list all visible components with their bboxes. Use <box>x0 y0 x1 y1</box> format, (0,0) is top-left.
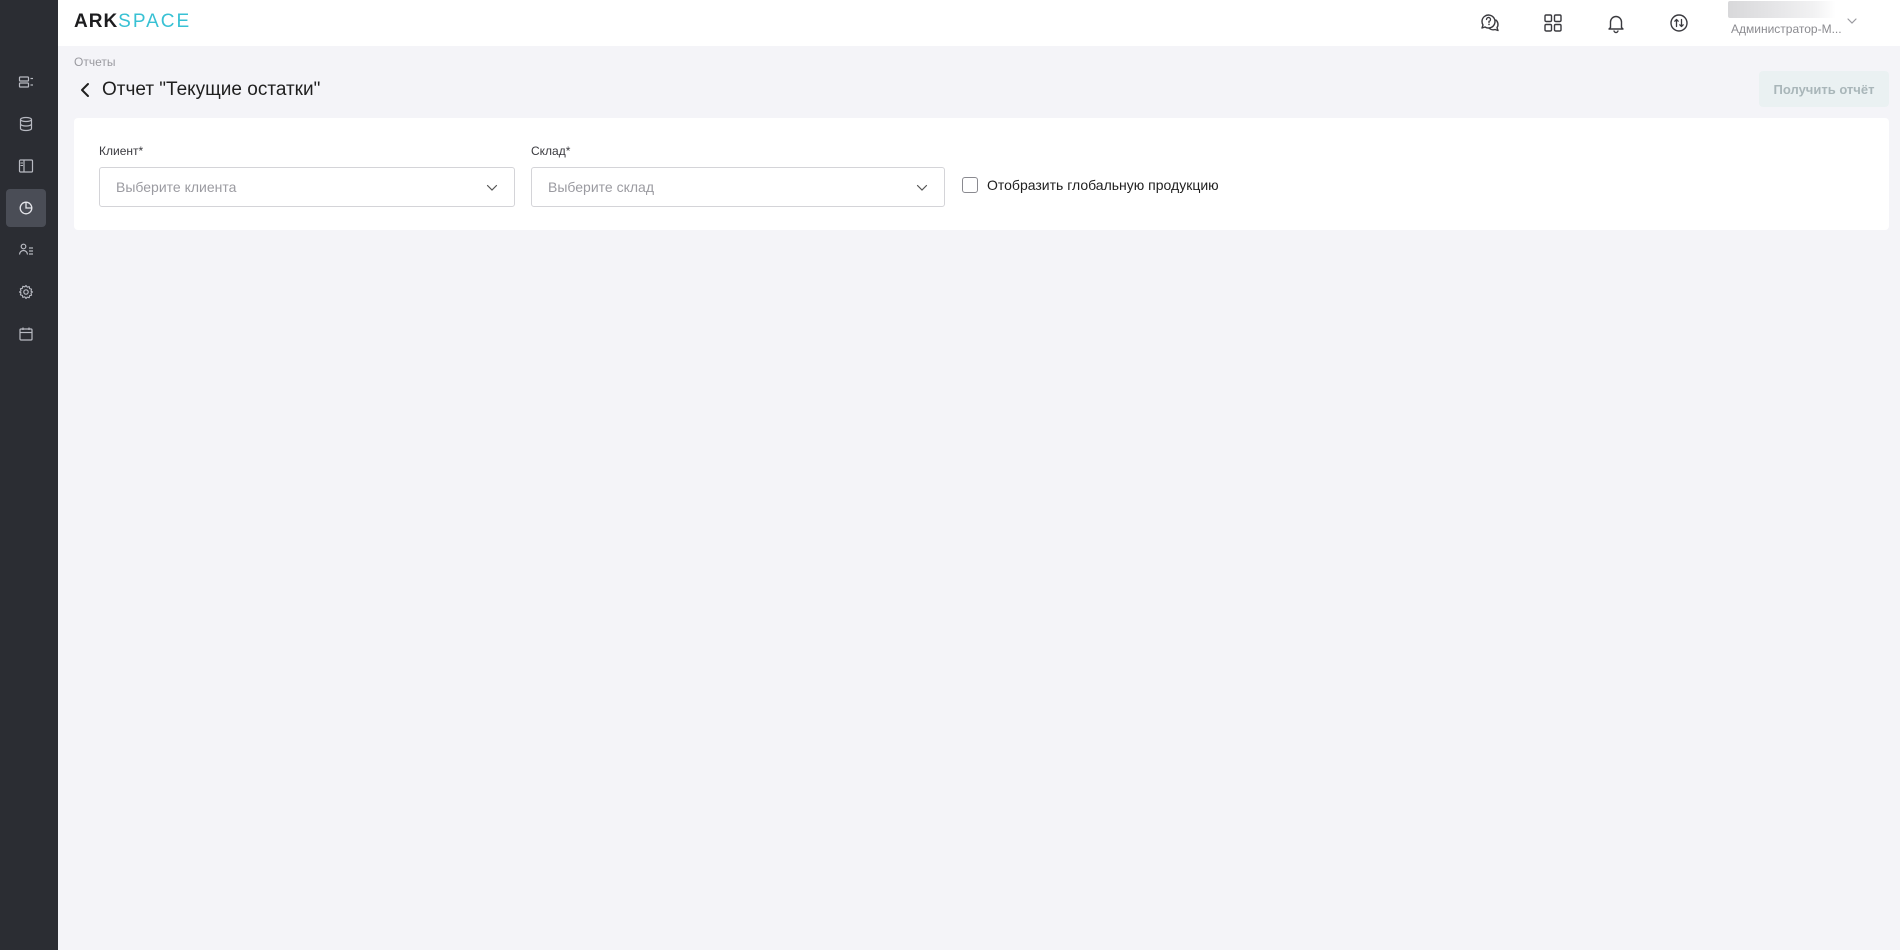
client-select[interactable]: Выберите клиента <box>99 167 515 207</box>
logo-secondary: SPACE <box>118 11 192 32</box>
sidebar-item-reports[interactable] <box>6 189 46 227</box>
user-menu[interactable]: Администратор-М... <box>1728 0 1900 46</box>
logo-primary: ARK <box>74 11 119 32</box>
warehouse-placeholder: Выберите склад <box>548 179 654 195</box>
filter-card: Клиент* Выберите клиента Склад* Выберите… <box>74 118 1889 230</box>
apps-grid-button[interactable] <box>1539 9 1567 37</box>
apps-grid-icon <box>1544 14 1562 32</box>
chevron-down-icon <box>1847 18 1857 24</box>
calendar-icon <box>19 327 33 341</box>
chevron-down-icon <box>916 184 928 191</box>
layout-panel-icon <box>18 159 34 173</box>
get-report-button[interactable]: Получить отчёт <box>1759 71 1889 107</box>
sidebar-item-database[interactable] <box>6 105 46 143</box>
client-label: Клиент* <box>99 144 144 158</box>
sidebar-item-layout[interactable] <box>6 147 46 185</box>
client-placeholder: Выберите клиента <box>116 179 237 195</box>
sidebar-item-calendar[interactable] <box>6 315 46 353</box>
support-chat-button[interactable] <box>1476 9 1504 37</box>
pie-chart-icon <box>19 201 33 215</box>
page-title: Отчет "Текущие остатки" <box>102 79 321 100</box>
user-name-redacted <box>1728 1 1836 18</box>
user-role: Администратор-М... <box>1731 22 1842 36</box>
chevron-left-icon <box>81 83 89 97</box>
warehouse-select[interactable]: Выберите склад <box>531 167 945 207</box>
database-icon <box>19 116 33 132</box>
global-products-checkbox[interactable] <box>962 177 978 193</box>
gear-icon <box>18 284 34 300</box>
sync-icon <box>1670 14 1688 32</box>
notifications-button[interactable] <box>1602 9 1630 37</box>
monitor-list-icon <box>18 76 33 88</box>
warehouse-label: Склад* <box>531 144 571 158</box>
users-icon <box>18 243 33 255</box>
breadcrumb[interactable]: Отчеты <box>74 55 115 69</box>
sync-button[interactable] <box>1665 9 1693 37</box>
chevron-down-icon <box>486 184 498 191</box>
sidebar <box>0 0 58 950</box>
top-header: ARKSPACE Администратор-М... <box>58 0 1900 46</box>
support-chat-icon <box>1481 14 1499 32</box>
logo[interactable]: ARKSPACE <box>74 11 191 33</box>
sidebar-item-monitoring[interactable] <box>6 63 46 101</box>
app-root: ARKSPACE Администратор-М... Отчеты Отчет… <box>0 0 1900 950</box>
global-products-label[interactable]: Отобразить глобальную продукцию <box>987 177 1219 193</box>
bell-icon <box>1608 15 1624 34</box>
sidebar-item-settings[interactable] <box>6 273 46 311</box>
sidebar-item-users[interactable] <box>6 231 46 269</box>
back-button[interactable] <box>76 80 94 100</box>
